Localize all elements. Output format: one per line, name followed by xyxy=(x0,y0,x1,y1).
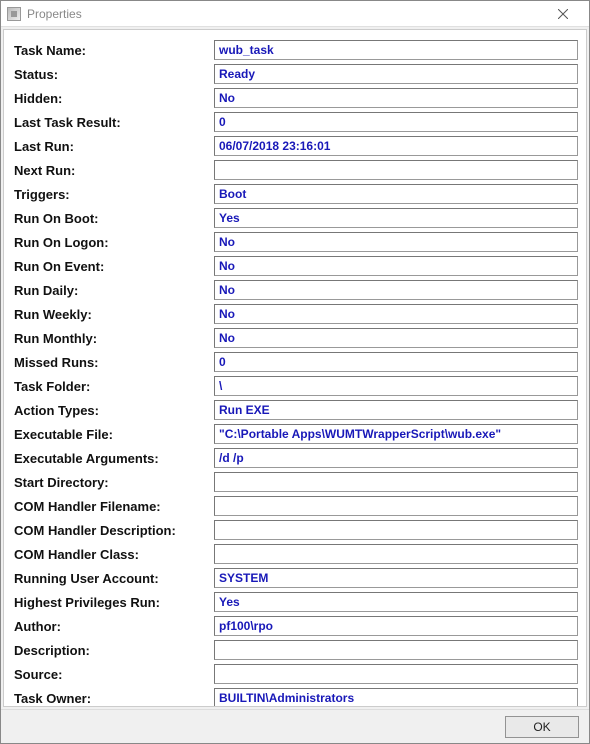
titlebar[interactable]: Properties xyxy=(1,1,589,27)
property-label: COM Handler Filename: xyxy=(14,499,214,514)
property-row: COM Handler Filename: xyxy=(14,496,578,516)
property-row: Executable Arguments:/d /p xyxy=(14,448,578,468)
property-label: Last Task Result: xyxy=(14,115,214,130)
property-value[interactable] xyxy=(214,520,578,540)
property-row: Run On Logon:No xyxy=(14,232,578,252)
property-value[interactable]: No xyxy=(214,88,578,108)
property-label: Run On Event: xyxy=(14,259,214,274)
properties-window: Properties Task Name:wub_taskStatus:Read… xyxy=(0,0,590,744)
property-label: Source: xyxy=(14,667,214,682)
close-button[interactable] xyxy=(543,1,583,26)
property-label: Action Types: xyxy=(14,403,214,418)
property-row: Task Owner:BUILTIN\Administrators xyxy=(14,688,578,707)
property-label: Run Monthly: xyxy=(14,331,214,346)
property-value[interactable]: 06/07/2018 23:16:01 xyxy=(214,136,578,156)
property-value[interactable]: Ready xyxy=(214,64,578,84)
property-row: Run Monthly:No xyxy=(14,328,578,348)
property-label: Start Directory: xyxy=(14,475,214,490)
property-row: Highest Privileges Run:Yes xyxy=(14,592,578,612)
close-icon xyxy=(558,9,568,19)
property-value[interactable] xyxy=(214,664,578,684)
property-label: Task Owner: xyxy=(14,691,214,706)
window-title: Properties xyxy=(27,7,543,21)
property-value[interactable]: SYSTEM xyxy=(214,568,578,588)
footer: OK xyxy=(1,709,589,743)
property-row: COM Handler Class: xyxy=(14,544,578,564)
property-value[interactable]: Boot xyxy=(214,184,578,204)
property-row: Run On Event:No xyxy=(14,256,578,276)
property-row: Action Types:Run EXE xyxy=(14,400,578,420)
property-value[interactable]: Yes xyxy=(214,592,578,612)
property-label: Task Name: xyxy=(14,43,214,58)
property-row: Triggers:Boot xyxy=(14,184,578,204)
property-row: Task Folder:\ xyxy=(14,376,578,396)
property-label: Status: xyxy=(14,67,214,82)
property-label: Highest Privileges Run: xyxy=(14,595,214,610)
property-label: Executable File: xyxy=(14,427,214,442)
property-value[interactable] xyxy=(214,544,578,564)
property-list: Task Name:wub_taskStatus:ReadyHidden:NoL… xyxy=(14,40,578,707)
property-value[interactable]: wub_task xyxy=(214,40,578,60)
property-value[interactable]: No xyxy=(214,232,578,252)
property-value[interactable]: 0 xyxy=(214,112,578,132)
property-row: Missed Runs:0 xyxy=(14,352,578,372)
property-row: Last Task Result:0 xyxy=(14,112,578,132)
property-label: Task Folder: xyxy=(14,379,214,394)
property-value[interactable] xyxy=(214,640,578,660)
property-value[interactable]: /d /p xyxy=(214,448,578,468)
property-label: Run On Logon: xyxy=(14,235,214,250)
property-value[interactable]: \ xyxy=(214,376,578,396)
property-row: Source: xyxy=(14,664,578,684)
property-row: Executable File:"C:\Portable Apps\WUMTWr… xyxy=(14,424,578,444)
property-label: Triggers: xyxy=(14,187,214,202)
property-row: Run Weekly:No xyxy=(14,304,578,324)
property-row: COM Handler Description: xyxy=(14,520,578,540)
property-row: Task Name:wub_task xyxy=(14,40,578,60)
property-value[interactable] xyxy=(214,496,578,516)
property-label: Executable Arguments: xyxy=(14,451,214,466)
property-label: Author: xyxy=(14,619,214,634)
property-row: Run Daily:No xyxy=(14,280,578,300)
property-row: Running User Account:SYSTEM xyxy=(14,568,578,588)
property-value[interactable]: "C:\Portable Apps\WUMTWrapperScript\wub.… xyxy=(214,424,578,444)
property-value[interactable]: BUILTIN\Administrators xyxy=(214,688,578,707)
property-label: Run Daily: xyxy=(14,283,214,298)
property-row: Status:Ready xyxy=(14,64,578,84)
ok-button-label: OK xyxy=(533,720,550,734)
property-value[interactable]: pf100\rpo xyxy=(214,616,578,636)
property-label: Last Run: xyxy=(14,139,214,154)
property-label: Run On Boot: xyxy=(14,211,214,226)
property-label: Description: xyxy=(14,643,214,658)
app-icon xyxy=(7,7,21,21)
property-label: COM Handler Description: xyxy=(14,523,214,538)
property-row: Hidden:No xyxy=(14,88,578,108)
property-label: COM Handler Class: xyxy=(14,547,214,562)
property-label: Hidden: xyxy=(14,91,214,106)
property-label: Missed Runs: xyxy=(14,355,214,370)
property-value[interactable]: Run EXE xyxy=(214,400,578,420)
property-label: Next Run: xyxy=(14,163,214,178)
property-value[interactable]: 0 xyxy=(214,352,578,372)
property-row: Author:pf100\rpo xyxy=(14,616,578,636)
property-row: Last Run:06/07/2018 23:16:01 xyxy=(14,136,578,156)
property-label: Run Weekly: xyxy=(14,307,214,322)
property-value[interactable]: No xyxy=(214,256,578,276)
property-value[interactable]: No xyxy=(214,280,578,300)
property-row: Description: xyxy=(14,640,578,660)
property-value[interactable]: Yes xyxy=(214,208,578,228)
ok-button[interactable]: OK xyxy=(505,716,579,738)
property-row: Next Run: xyxy=(14,160,578,180)
property-value[interactable] xyxy=(214,472,578,492)
content-panel: Task Name:wub_taskStatus:ReadyHidden:NoL… xyxy=(3,29,587,707)
property-label: Running User Account: xyxy=(14,571,214,586)
property-value[interactable]: No xyxy=(214,328,578,348)
property-value[interactable]: No xyxy=(214,304,578,324)
property-row: Start Directory: xyxy=(14,472,578,492)
property-row: Run On Boot:Yes xyxy=(14,208,578,228)
property-value[interactable] xyxy=(214,160,578,180)
